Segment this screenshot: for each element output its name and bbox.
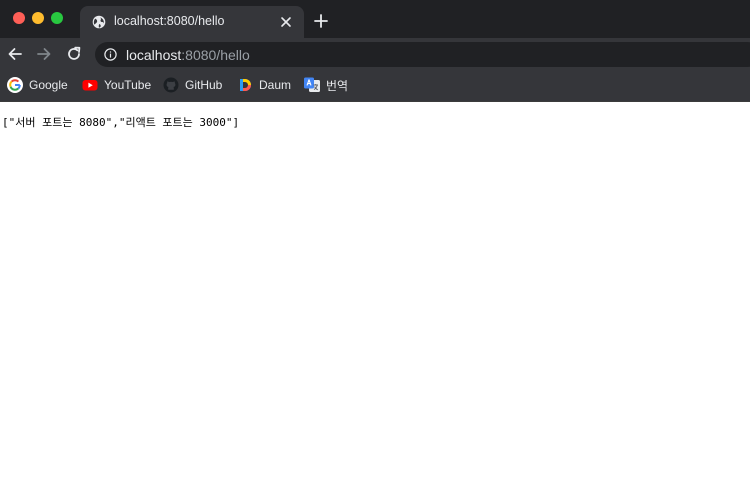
bookmarks-bar: Google YouTube GitHub Daum 번역: [0, 70, 750, 102]
bookmark-label: YouTube: [104, 78, 152, 92]
back-arrow-icon[interactable]: [7, 46, 23, 62]
tab-title: localhost:8080/hello: [114, 14, 225, 28]
bookmark-github[interactable]: GitHub: [163, 77, 222, 93]
bookmark-google[interactable]: Google: [7, 77, 68, 93]
youtube-icon: [82, 80, 98, 91]
bookmark-daum[interactable]: Daum: [237, 77, 291, 93]
window-maximize-button[interactable]: [51, 12, 63, 24]
url-text[interactable]: localhost:8080/hello: [126, 47, 250, 63]
json-response-text: ["서버 포트는 8080","리액트 포트는 3000"]: [2, 116, 240, 129]
tab-strip: localhost:8080/hello: [0, 0, 750, 38]
page-content: ["서버 포트는 8080","리액트 포트는 3000"]: [0, 102, 750, 504]
tab-active[interactable]: localhost:8080/hello: [80, 6, 304, 38]
bookmark-translate[interactable]: 번역: [304, 77, 348, 93]
google-icon: [7, 77, 23, 93]
window-minimize-button[interactable]: [32, 12, 44, 24]
bookmark-youtube[interactable]: YouTube: [82, 77, 151, 93]
globe-icon: [92, 15, 106, 29]
info-icon[interactable]: [104, 48, 117, 61]
window-close-button[interactable]: [13, 12, 25, 24]
bookmark-label: Google: [29, 78, 68, 92]
browser-window: localhost:8080/hello localhost:8080/hell…: [0, 0, 750, 504]
url-path: :8080/hello: [181, 47, 250, 63]
reload-icon[interactable]: [66, 46, 82, 62]
bookmark-label: 번역: [326, 78, 349, 93]
daum-icon: [240, 79, 251, 91]
url-host: localhost: [126, 47, 182, 63]
close-icon[interactable]: [280, 16, 292, 28]
forward-arrow-icon[interactable]: [36, 46, 52, 62]
toolbar: localhost:8080/hello: [0, 38, 750, 70]
bookmark-label: GitHub: [185, 78, 223, 92]
github-icon: [163, 77, 179, 93]
address-bar[interactable]: localhost:8080/hello: [95, 42, 750, 67]
new-tab-plus-icon[interactable]: [314, 14, 328, 28]
bookmark-label: Daum: [259, 78, 292, 92]
translate-icon: [304, 77, 320, 92]
